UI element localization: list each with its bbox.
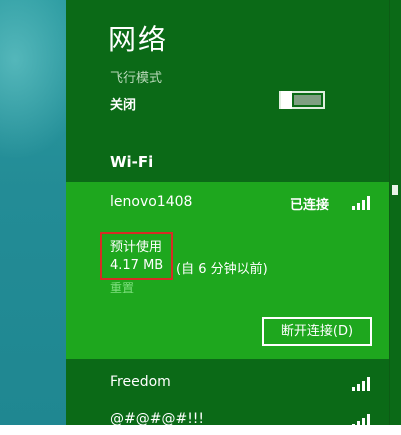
toggle-track	[294, 95, 321, 105]
reset-usage-link[interactable]: 重置	[110, 279, 134, 296]
desktop-glow	[0, 0, 66, 160]
network-charm-panel: 网络 飞行模式 关闭 Wi-Fi lenovo1408 已连接 预计使用 4.1…	[66, 0, 389, 428]
usage-since: (自 6 分钟以前)	[176, 262, 268, 277]
network-name: Freedom	[110, 374, 171, 390]
network-name: lenovo1408	[110, 194, 193, 210]
toggle-knob[interactable]	[281, 91, 292, 109]
panel-title: 网络	[108, 23, 169, 56]
network-item-2[interactable]: @#@#@#!!!	[66, 405, 389, 435]
wifi-signal-icon	[352, 196, 372, 210]
wifi-section-heading: Wi-Fi	[110, 153, 154, 171]
desktop-background	[0, 0, 66, 425]
scrollbar[interactable]	[389, 0, 401, 425]
network-item-freedom[interactable]: Freedom	[66, 368, 389, 398]
connected-network-item[interactable]: lenovo1408 已连接 预计使用 4.17 MB (自 6 分钟以前) 重…	[66, 182, 389, 359]
airplane-mode-toggle[interactable]	[279, 91, 325, 109]
wifi-signal-icon	[352, 414, 372, 428]
disconnect-button[interactable]: 断开连接(D)	[262, 317, 372, 346]
wifi-signal-icon	[352, 377, 372, 391]
estimated-usage-label: 预计使用	[110, 240, 163, 255]
usage-amount: 4.17 MB	[110, 258, 164, 273]
airplane-mode-state: 关闭	[110, 98, 137, 113]
scrollbar-thumb[interactable]	[392, 185, 398, 195]
airplane-mode-label: 飞行模式	[110, 71, 163, 86]
connection-status: 已连接	[290, 198, 330, 213]
